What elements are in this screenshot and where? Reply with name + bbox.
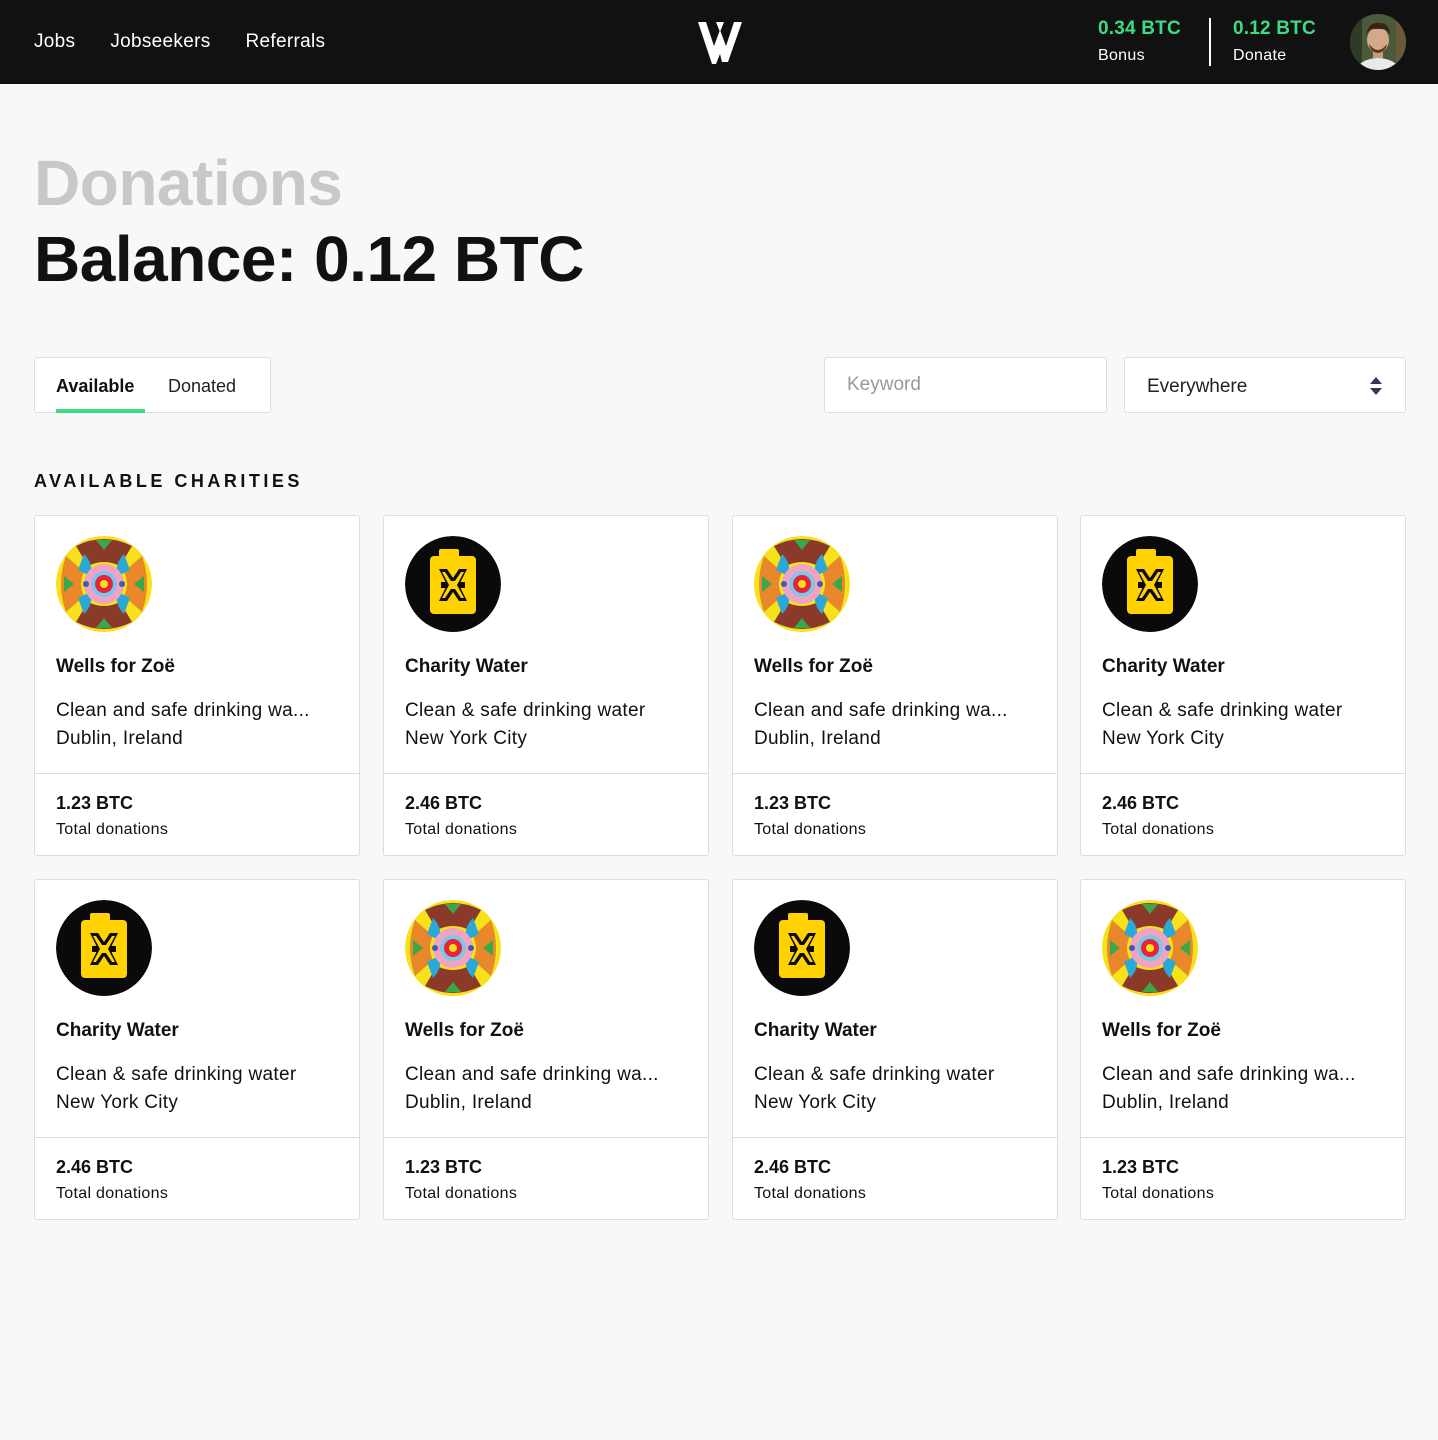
charity-name: Charity Water xyxy=(754,1020,877,1041)
card-divider xyxy=(35,773,359,774)
card-divider xyxy=(35,1137,359,1138)
donate-label: Donate xyxy=(1233,47,1287,64)
tab-available[interactable]: Available xyxy=(56,376,134,397)
charity-total-amount: 1.23 BTC xyxy=(56,793,134,813)
charity-name: Charity Water xyxy=(1102,656,1225,677)
charity-total-amount: 2.46 BTC xyxy=(754,1157,832,1177)
charity-total-amount: 2.46 BTC xyxy=(1102,793,1180,813)
top-bar: Jobs Jobseekers Referrals 0.34 BTC Bonus… xyxy=(0,0,1438,84)
bonus-label: Bonus xyxy=(1098,47,1145,64)
charity-total-amount: 1.23 BTC xyxy=(1102,1157,1180,1177)
charity-card[interactable]: Wells for Zoë Clean and safe drinking wa.… xyxy=(383,879,709,1220)
nav-item-jobs[interactable]: Jobs xyxy=(34,31,75,53)
charity-location: Dublin, Ireland xyxy=(1102,1092,1230,1113)
charity-name: Charity Water xyxy=(56,1020,179,1041)
charity-total-amount: 1.23 BTC xyxy=(754,793,832,813)
charity-description: Clean and safe drinking wa... xyxy=(56,700,310,721)
donate-value: 0.12 BTC xyxy=(1233,18,1316,39)
charity-card[interactable]: Charity Water Clean & safe drinking water… xyxy=(34,879,360,1220)
tab-donated[interactable]: Donated xyxy=(168,376,236,397)
card-divider xyxy=(733,1137,1057,1138)
card-divider xyxy=(1081,773,1405,774)
card-divider xyxy=(1081,1137,1405,1138)
charity-logo-jerrycan xyxy=(405,536,501,632)
charity-logo-mandala xyxy=(1102,900,1198,996)
charity-card[interactable]: Wells for Zoë Clean and safe drinking wa.… xyxy=(732,515,1058,856)
charity-description: Clean & safe drinking water xyxy=(405,700,646,721)
card-divider xyxy=(384,1137,708,1138)
charity-card[interactable]: Charity Water Clean & safe drinking water… xyxy=(1080,515,1406,856)
header-divider xyxy=(1209,18,1211,66)
charity-name: Wells for Zoë xyxy=(405,1020,524,1041)
charity-logo-jerrycan xyxy=(1102,536,1198,632)
charity-logo-jerrycan xyxy=(754,900,850,996)
charity-location: Dublin, Ireland xyxy=(754,728,882,749)
main-nav: Jobs Jobseekers Referrals xyxy=(34,0,325,84)
charity-total-label: Total donations xyxy=(56,1185,169,1202)
bonus-value: 0.34 BTC xyxy=(1098,18,1181,39)
charity-card[interactable]: Wells for Zoë Clean and safe drinking wa.… xyxy=(1080,879,1406,1220)
charity-location: New York City xyxy=(754,1092,877,1113)
balance-heading: Balance: 0.12 BTC xyxy=(34,223,584,295)
charity-total-label: Total donations xyxy=(56,821,169,838)
page-title: Donations xyxy=(34,147,343,219)
charity-total-amount: 2.46 BTC xyxy=(405,793,483,813)
charity-logo-jerrycan xyxy=(56,900,152,996)
charity-logo-mandala xyxy=(405,900,501,996)
active-tab-indicator xyxy=(56,409,145,413)
charity-total-amount: 2.46 BTC xyxy=(56,1157,134,1177)
charity-total-label: Total donations xyxy=(405,821,518,838)
nav-item-referrals[interactable]: Referrals xyxy=(246,31,326,53)
tab-switcher: Available Donated xyxy=(34,357,271,413)
bonus-stat[interactable]: 0.34 BTC Bonus xyxy=(1098,18,1181,65)
charity-total-label: Total donations xyxy=(1102,821,1215,838)
card-divider xyxy=(384,773,708,774)
charity-description: Clean & safe drinking water xyxy=(754,1064,995,1085)
wv-logo-icon[interactable] xyxy=(696,16,744,66)
charity-location: Dublin, Ireland xyxy=(405,1092,533,1113)
sort-arrows-icon xyxy=(1370,377,1382,395)
charity-description: Clean and safe drinking wa... xyxy=(405,1064,659,1085)
charity-card[interactable]: Charity Water Clean & safe drinking water… xyxy=(383,515,709,856)
location-select[interactable]: Everywhere xyxy=(1124,357,1406,413)
charity-name: Wells for Zoë xyxy=(1102,1020,1221,1041)
charity-total-label: Total donations xyxy=(1102,1185,1215,1202)
charity-total-amount: 1.23 BTC xyxy=(405,1157,483,1177)
avatar[interactable] xyxy=(1350,14,1406,70)
charity-description: Clean & safe drinking water xyxy=(1102,700,1343,721)
charity-name: Wells for Zoë xyxy=(754,656,873,677)
charity-card[interactable]: Wells for Zoë Clean and safe drinking wa.… xyxy=(34,515,360,856)
card-divider xyxy=(733,773,1057,774)
charity-card[interactable]: Charity Water Clean & safe drinking water… xyxy=(732,879,1058,1220)
nav-item-jobseekers[interactable]: Jobseekers xyxy=(110,31,210,53)
donate-stat[interactable]: 0.12 BTC Donate xyxy=(1233,18,1316,65)
charity-description: Clean and safe drinking wa... xyxy=(1102,1064,1356,1085)
keyword-search-input[interactable] xyxy=(824,357,1107,413)
charity-name: Wells for Zoë xyxy=(56,656,175,677)
charity-logo-mandala xyxy=(56,536,152,632)
charity-logo-mandala xyxy=(754,536,850,632)
charity-total-label: Total donations xyxy=(405,1185,518,1202)
location-select-value: Everywhere xyxy=(1147,376,1248,397)
charity-location: Dublin, Ireland xyxy=(56,728,184,749)
charity-location: New York City xyxy=(405,728,528,749)
section-title: AVAILABLE CHARITIES xyxy=(34,471,303,491)
charity-description: Clean & safe drinking water xyxy=(56,1064,297,1085)
charity-total-label: Total donations xyxy=(754,821,867,838)
charity-location: New York City xyxy=(1102,728,1225,749)
charity-description: Clean and safe drinking wa... xyxy=(754,700,1008,721)
charity-total-label: Total donations xyxy=(754,1185,867,1202)
charity-name: Charity Water xyxy=(405,656,528,677)
charity-location: New York City xyxy=(56,1092,179,1113)
